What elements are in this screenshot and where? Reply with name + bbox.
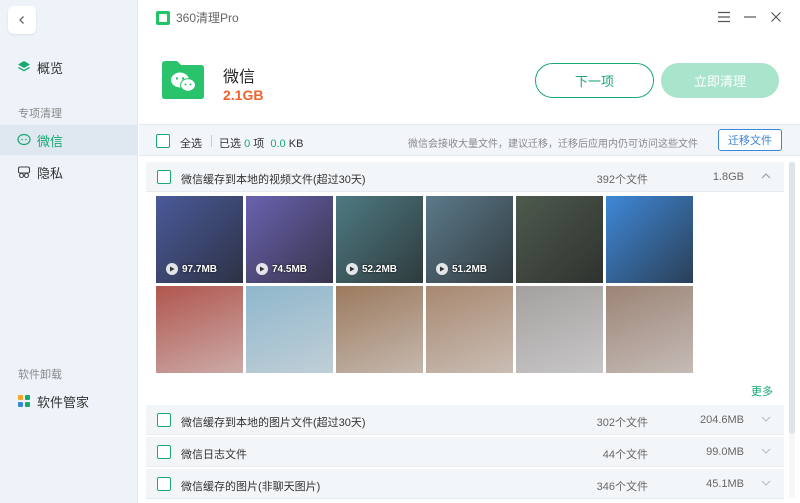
close-button[interactable]: [767, 8, 785, 26]
app-title-text: 360清理Pro: [176, 11, 239, 25]
category-row[interactable]: 微信日志文件 44个文件 99.0MB: [146, 437, 784, 467]
video-size: 97.7MB: [182, 264, 218, 275]
clean-now-button[interactable]: 立即清理: [661, 63, 779, 98]
category-checkbox[interactable]: [157, 477, 171, 491]
hint-text: 微信会接收大量文件，建议迁移，迁移后应用内仍可访问这些文件: [408, 139, 698, 150]
more-link[interactable]: 更多: [751, 383, 773, 399]
layers-icon: [17, 60, 31, 74]
title-bar: 360清理Pro: [139, 0, 800, 34]
move-files-button[interactable]: 迁移文件: [718, 129, 782, 151]
category-size: 204.6MB: [699, 414, 744, 426]
category-name: 微信日志文件: [181, 449, 247, 461]
scrollbar-thumb[interactable]: [789, 162, 795, 434]
sidebar-item-wechat[interactable]: 微信: [0, 125, 138, 155]
close-icon: [771, 12, 781, 22]
apps-grid-icon: [17, 394, 31, 408]
image-thumbnail[interactable]: [606, 286, 693, 373]
chevron-left-icon: [19, 16, 24, 24]
minimize-icon: [744, 16, 756, 18]
sidebar: 概览 专项清理 微信 隐私 软件卸载 软件管家: [0, 0, 138, 503]
nav-group-label: 专项清理: [18, 108, 62, 120]
chevron-down-icon[interactable]: [760, 445, 772, 457]
play-icon: [256, 263, 268, 275]
video-thumbnail[interactable]: 51.2MB: [426, 196, 513, 283]
video-thumbnail[interactable]: 52.2MB: [336, 196, 423, 283]
category-row[interactable]: 微信缓存到本地的图片文件(超过30天) 302个文件 204.6MB: [146, 405, 784, 435]
sidebar-item-label: 隐私: [37, 165, 64, 181]
wechat-folder-icon: [160, 58, 206, 100]
category-name: 微信缓存到本地的图片文件(超过30天): [181, 417, 366, 429]
selected-count: 0: [244, 138, 251, 150]
chevron-up-icon[interactable]: [760, 170, 772, 182]
video-thumbnail[interactable]: [516, 196, 603, 283]
item-size: 2.1GB: [223, 87, 264, 103]
video-thumbnail[interactable]: 74.5MB: [246, 196, 333, 283]
play-icon: [166, 263, 178, 275]
sidebar-item-privacy[interactable]: 隐私: [0, 157, 138, 187]
category-count: 392个文件: [596, 174, 648, 186]
sidebar-item-software[interactable]: 软件管家: [0, 386, 138, 416]
video-thumbnail[interactable]: 97.7MB: [156, 196, 243, 283]
category-count: 346个文件: [596, 481, 648, 493]
image-thumbnail[interactable]: [336, 286, 423, 373]
back-button[interactable]: [8, 6, 36, 34]
app-logo-icon: [156, 10, 170, 25]
chevron-down-icon[interactable]: [760, 413, 772, 425]
select-all-label[interactable]: 全选: [180, 135, 202, 151]
sidebar-item-label: 软件管家: [37, 394, 90, 410]
category-row[interactable]: 微信缓存的图片(非聊天图片) 346个文件 45.1MB: [146, 469, 784, 499]
video-thumbnail[interactable]: [606, 196, 693, 283]
nav-group-label: 软件卸载: [18, 369, 62, 381]
image-thumbnail[interactable]: [246, 286, 333, 373]
video-size: 51.2MB: [452, 264, 488, 275]
selected-prefix: 已选: [219, 138, 241, 150]
selected-size: 0.0: [270, 138, 286, 150]
menu-icon: [718, 11, 730, 23]
image-thumbnail[interactable]: [516, 286, 603, 373]
video-thumbnail-grid: 97.7MB 74.5MB 52.2MB 51.2MB: [156, 196, 694, 374]
next-button[interactable]: 下一项: [535, 63, 654, 98]
sidebar-item-label: 概览: [37, 60, 64, 76]
play-icon: [436, 263, 448, 275]
image-thumbnail[interactable]: [426, 286, 513, 373]
category-size: 1.8GB: [712, 171, 744, 183]
app-title: 360清理Pro: [156, 9, 239, 26]
chevron-down-icon[interactable]: [760, 477, 772, 489]
select-all-checkbox[interactable]: [156, 134, 170, 148]
category-size: 45.1MB: [706, 478, 744, 490]
glasses-icon: [17, 165, 31, 179]
menu-button[interactable]: [715, 8, 733, 26]
chat-icon: [17, 133, 31, 147]
category-name: 微信缓存的图片(非聊天图片): [181, 481, 321, 493]
category-name: 微信缓存到本地的视频文件(超过30天): [181, 174, 366, 186]
video-size: 74.5MB: [272, 264, 308, 275]
divider: [211, 135, 212, 147]
category-checkbox[interactable]: [157, 413, 171, 427]
sidebar-item-label: 微信: [37, 133, 64, 149]
category-row[interactable]: 微信缓存到本地的视频文件(超过30天) 392个文件 1.8GB: [146, 162, 784, 192]
category-checkbox[interactable]: [157, 170, 171, 184]
sidebar-item-overview[interactable]: 概览: [0, 52, 138, 82]
category-count: 44个文件: [602, 449, 648, 461]
selected-unit: 项: [253, 138, 265, 150]
image-thumbnail[interactable]: [156, 286, 243, 373]
play-icon: [346, 263, 358, 275]
selected-size-unit: KB: [288, 138, 304, 150]
category-checkbox[interactable]: [157, 445, 171, 459]
select-bar: 全选 已选 0 项 0.0 KB 微信会接收大量文件，建议迁移，迁移后应用内仍可…: [139, 124, 800, 156]
selection-summary: 已选 0 项 0.0 KB: [219, 135, 303, 151]
video-size: 52.2MB: [362, 264, 398, 275]
minimize-button[interactable]: [741, 8, 759, 26]
category-size: 99.0MB: [706, 446, 744, 458]
category-count: 302个文件: [596, 417, 648, 429]
item-title: 微信: [223, 69, 256, 86]
